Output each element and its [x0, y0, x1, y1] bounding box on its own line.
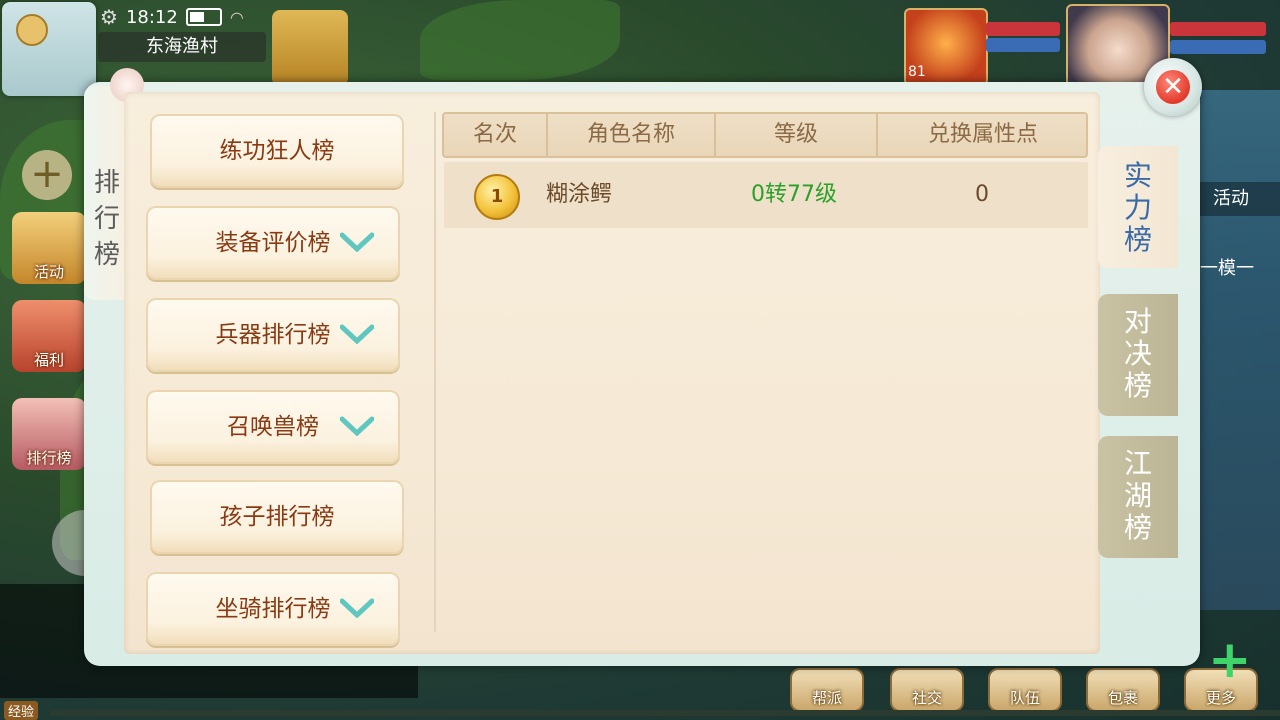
category-button-1[interactable]: 练功狂人榜	[150, 114, 404, 188]
table-row[interactable]: 1 糊涂鳄 0转77级 0	[444, 162, 1088, 228]
gear-icon[interactable]: ⚙	[100, 5, 118, 29]
panel-title-char: 行	[94, 204, 121, 234]
tab-strength[interactable]: 实力榜	[1098, 146, 1178, 268]
expand-plus-icon[interactable]: +	[22, 150, 72, 200]
row-name: 糊涂鳄	[546, 182, 613, 207]
chevron-down-icon	[340, 232, 374, 252]
category-label: 孩子排行榜	[219, 504, 335, 530]
category-label: 练功狂人榜	[219, 138, 335, 164]
header-name: 角色名称	[586, 122, 675, 147]
header-level: 等级	[773, 122, 818, 147]
team-button[interactable]: 队伍	[988, 668, 1062, 712]
column-divider	[434, 112, 436, 632]
more-plus-icon[interactable]: +	[1208, 630, 1252, 690]
category-button-4[interactable]: 召唤兽榜	[146, 390, 400, 464]
tab-char: 实	[1123, 159, 1152, 192]
event-icon[interactable]	[272, 10, 348, 86]
leaf-decoration	[420, 0, 620, 80]
category-button-6[interactable]: 坐骑排行榜	[146, 572, 400, 646]
player-mp-bar	[1170, 40, 1266, 54]
gold-medal-icon: 1	[474, 174, 520, 220]
tab-char: 湖	[1123, 479, 1152, 512]
pet-level: 81	[908, 64, 926, 80]
tab-char: 决	[1123, 337, 1152, 370]
tab-char: 榜	[1123, 369, 1152, 402]
exp-label: 经验	[4, 701, 39, 720]
team-label: 队伍	[1009, 689, 1040, 707]
tab-char: 榜	[1123, 223, 1152, 256]
header-rank: 名次	[472, 122, 517, 147]
guild-button[interactable]: 帮派	[790, 668, 864, 712]
battery-icon	[185, 8, 222, 26]
tab-char: 江	[1123, 447, 1152, 480]
category-button-2[interactable]: 装备评价榜	[146, 206, 400, 280]
panel-title-char: 排	[94, 168, 121, 198]
player-hp-bar	[1170, 22, 1266, 36]
activity-button[interactable]: 活动	[12, 212, 86, 284]
ranking-label: 排行榜	[26, 449, 72, 467]
chevron-down-icon	[340, 416, 374, 436]
welfare-button[interactable]: 福利	[12, 300, 86, 372]
tab-label: 江湖榜	[1098, 448, 1178, 544]
status-bar: ⚙ 18:12 ◠	[100, 4, 244, 30]
welfare-label: 福利	[33, 351, 64, 369]
category-button-3[interactable]: 兵器排行榜	[146, 298, 400, 372]
category-button-5[interactable]: 孩子排行榜	[150, 480, 404, 554]
social-label: 社交	[911, 689, 942, 707]
activity-label: 活动	[33, 263, 64, 281]
chevron-down-icon	[340, 598, 374, 618]
row-points: 0	[975, 182, 989, 207]
close-button[interactable]: ✕	[1144, 58, 1202, 116]
ranking-button[interactable]: 排行榜	[12, 398, 86, 470]
clock-time: 18:12	[125, 6, 178, 28]
bag-label: 包裹	[1107, 689, 1138, 707]
tab-jianghu[interactable]: 江湖榜	[1098, 436, 1178, 558]
chevron-down-icon	[340, 324, 374, 344]
pet-mp-bar	[986, 38, 1060, 52]
panel-title-char: 榜	[94, 240, 121, 270]
compass-icon	[16, 14, 48, 46]
close-icon: ✕	[1156, 70, 1190, 104]
more-label: 更多	[1205, 689, 1236, 707]
bag-button[interactable]: 包裹	[1086, 668, 1160, 712]
tab-label: 对决榜	[1098, 306, 1178, 402]
tab-duel[interactable]: 对决榜	[1098, 294, 1178, 416]
guild-label: 帮派	[811, 689, 842, 707]
tab-char: 力	[1123, 191, 1152, 224]
minimap-button[interactable]	[2, 2, 96, 96]
tab-char: 榜	[1123, 511, 1152, 544]
table-header: 名次 角色名称 等级 兑换属性点	[442, 112, 1088, 158]
social-button[interactable]: 社交	[890, 668, 964, 712]
exp-bar	[50, 710, 1280, 716]
tab-label: 实力榜	[1098, 160, 1178, 256]
tab-char: 对	[1123, 305, 1152, 338]
pet-hp-bar	[986, 22, 1060, 36]
row-level: 0转77级	[751, 182, 837, 207]
header-points: 兑换属性点	[927, 122, 1038, 147]
location-name: 东海渔村	[98, 32, 266, 62]
wifi-icon: ◠	[229, 7, 244, 27]
